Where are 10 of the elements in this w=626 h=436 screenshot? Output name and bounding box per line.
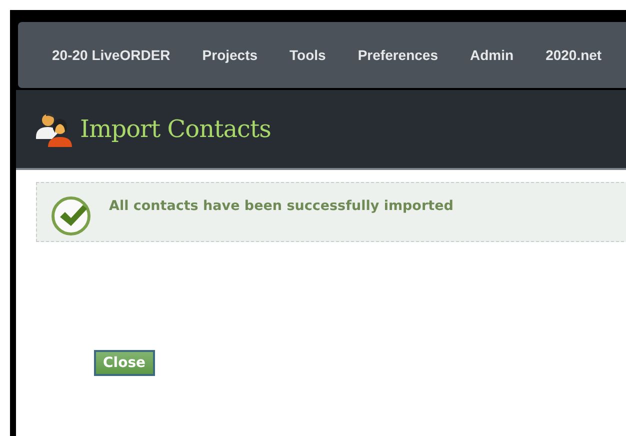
checkmark-icon — [51, 196, 91, 236]
contacts-icon — [34, 111, 74, 147]
message-text: All contacts have been successfully imported — [109, 198, 454, 214]
nav-link[interactable]: Admin — [470, 47, 514, 63]
nav-link[interactable]: 2020.net — [546, 47, 602, 63]
nav-link[interactable]: Preferences — [358, 47, 438, 63]
nav-link[interactable]: Tools — [290, 47, 326, 63]
nav-link[interactable]: Projects — [202, 47, 258, 63]
nav-link[interactable]: 20-20 LiveORDER — [52, 47, 170, 63]
page-title: Import Contacts — [80, 115, 271, 143]
